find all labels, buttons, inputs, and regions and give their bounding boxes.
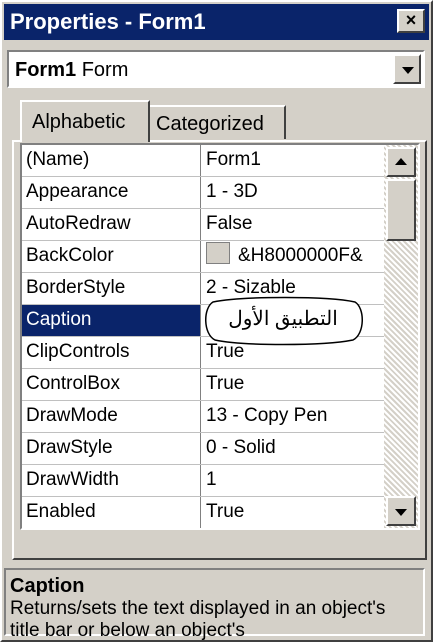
property-row[interactable]: (Name) Form1 (22, 145, 386, 177)
column-divider[interactable] (200, 433, 201, 464)
object-selector-value: Form1 Form (15, 58, 128, 82)
close-icon: × (405, 10, 417, 30)
property-row[interactable]: DrawStyle 0 - Solid (22, 433, 386, 465)
vertical-scrollbar[interactable] (384, 145, 418, 528)
property-value-backcolor[interactable]: &H8000000F& (206, 241, 384, 272)
scroll-thumb[interactable] (386, 179, 416, 241)
property-row[interactable]: DrawWidth 1 (22, 465, 386, 497)
description-text: Returns/sets the text displayed in an ob… (10, 598, 386, 641)
property-value[interactable]: 0 - Solid (206, 433, 384, 464)
title-bar[interactable]: Properties - Form1 × (4, 4, 429, 40)
property-name: DrawWidth (26, 469, 119, 490)
column-divider[interactable] (200, 145, 201, 176)
column-divider[interactable] (200, 497, 201, 528)
object-selector[interactable]: Form1 Form (7, 50, 425, 88)
color-swatch (206, 242, 230, 264)
property-name: ControlBox (26, 373, 120, 394)
description-title: Caption (10, 575, 85, 597)
property-name: Appearance (26, 181, 129, 202)
property-row[interactable]: Enabled True (22, 497, 386, 528)
description-pane: Caption Returns/sets the text displayed … (4, 568, 425, 641)
close-button[interactable]: × (397, 9, 425, 33)
property-value[interactable]: True (206, 497, 384, 528)
property-name: Enabled (26, 501, 96, 522)
property-name: AutoRedraw (26, 213, 131, 234)
window-title: Properties - Form1 (10, 9, 206, 34)
chevron-down-icon (402, 67, 414, 74)
property-row[interactable]: ControlBox True (22, 369, 386, 401)
object-dropdown-button[interactable] (393, 54, 421, 84)
arrow-up-icon (395, 158, 407, 165)
column-divider[interactable] (200, 465, 201, 496)
property-value[interactable]: True (206, 369, 384, 400)
property-name: Caption (22, 305, 200, 336)
property-value[interactable]: Form1 (206, 145, 384, 176)
arrow-down-icon (395, 509, 407, 516)
property-value[interactable]: 13 - Copy Pen (206, 401, 384, 432)
column-divider[interactable] (200, 305, 201, 336)
backcolor-value: &H8000000F& (238, 245, 363, 266)
property-value[interactable]: 1 - 3D (206, 177, 384, 208)
column-divider[interactable] (200, 177, 201, 208)
property-name: BackColor (26, 245, 114, 266)
object-type: Form (81, 59, 129, 81)
column-divider[interactable] (200, 209, 201, 240)
property-name: (Name) (26, 149, 90, 170)
caption-annotation-text: التطبيق الأول (228, 308, 338, 330)
column-divider[interactable] (200, 337, 201, 368)
property-row[interactable]: Appearance 1 - 3D (22, 177, 386, 209)
scroll-up-button[interactable] (386, 147, 416, 177)
property-name: ClipControls (26, 341, 130, 362)
tab-alphabetic[interactable]: Alphabetic (20, 100, 150, 142)
property-row[interactable]: AutoRedraw False (22, 209, 386, 241)
property-name: DrawStyle (26, 437, 113, 458)
tab-categorized[interactable]: Categorized (150, 105, 286, 139)
column-divider[interactable] (200, 401, 201, 432)
property-value[interactable]: 1 (206, 465, 384, 496)
column-divider[interactable] (200, 369, 201, 400)
column-divider[interactable] (200, 241, 201, 272)
property-row[interactable]: DrawMode 13 - Copy Pen (22, 401, 386, 433)
property-row[interactable]: BackColor &H8000000F& (22, 241, 386, 273)
column-divider[interactable] (200, 273, 201, 304)
scroll-down-button[interactable] (386, 496, 416, 526)
object-name: Form1 (15, 59, 77, 81)
property-name: BorderStyle (26, 277, 126, 298)
property-value[interactable]: False (206, 209, 384, 240)
property-name: DrawMode (26, 405, 118, 426)
